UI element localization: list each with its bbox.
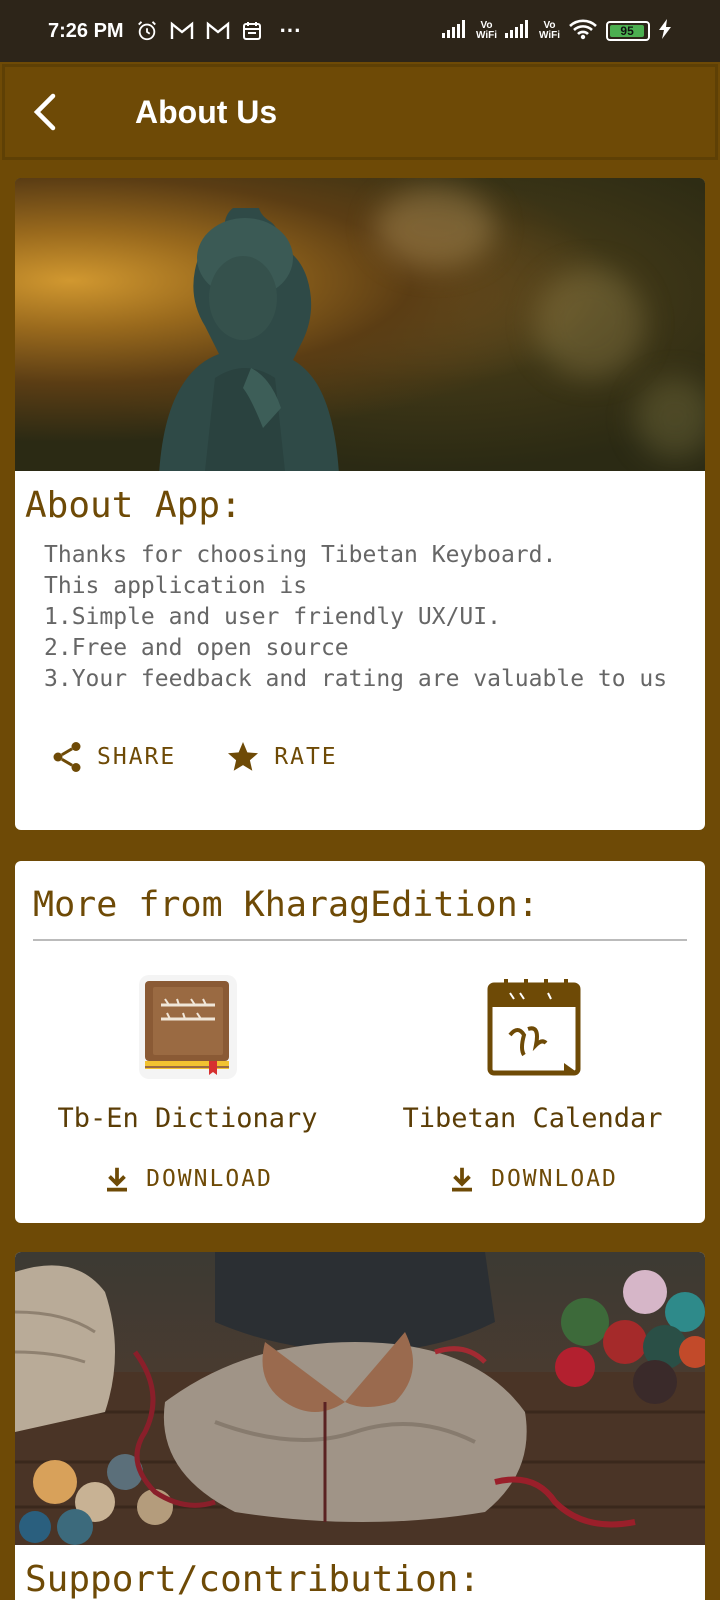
app-name: Tb-En Dictionary (57, 1103, 318, 1134)
divider (33, 939, 687, 941)
vowifi-label: Vo WiFi (475, 20, 497, 41)
charging-icon (658, 18, 672, 44)
support-card: Support/contribution: (15, 1252, 705, 1600)
download-label: DOWNLOAD (491, 1166, 618, 1192)
page-title: About Us (135, 93, 278, 130)
vowifi-label: Vo WiFi (538, 20, 560, 41)
support-heading: Support/contribution: (25, 1559, 481, 1600)
share-label: SHARE (97, 744, 177, 770)
share-button[interactable]: SHARE (49, 739, 176, 775)
signal-icon (441, 19, 468, 43)
battery-indicator: 95 (606, 21, 650, 41)
buddha-statue-image (15, 178, 705, 471)
wifi-icon (568, 18, 598, 45)
dictionary-book-icon (138, 975, 237, 1079)
calendar-notification-icon (242, 21, 262, 41)
back-arrow-icon (33, 93, 56, 131)
signal-icon (504, 19, 531, 43)
app-tile-dictionary[interactable]: Tb-En Dictionary DOWNLOAD (15, 971, 360, 1194)
more-apps-heading: More from KharagEdition: (33, 885, 539, 925)
weaving-yarn-image (15, 1252, 705, 1545)
app-toolbar: About Us (2, 64, 718, 160)
share-icon (53, 742, 81, 772)
battery-level: 95 (620, 24, 634, 38)
calendar-icon (487, 979, 580, 1076)
download-button[interactable]: DOWNLOAD (102, 1164, 273, 1194)
about-app-heading: About App: (25, 485, 242, 526)
status-bar: 7:26 PM ··· Vo WiFi Vo WiFi 95 (0, 0, 720, 62)
more-notifications-icon: ··· (279, 18, 302, 43)
back-button[interactable] (5, 66, 85, 158)
status-time: 7:26 PM (48, 19, 124, 42)
download-icon (107, 1167, 128, 1192)
rate-label: RATE (274, 744, 338, 770)
about-app-card: About App: Thanks for choosing Tibetan K… (15, 178, 705, 830)
download-icon (452, 1167, 473, 1192)
gmail-icon (206, 21, 230, 41)
download-label: DOWNLOAD (146, 1166, 273, 1192)
app-tile-calendar[interactable]: Tibetan Calendar DOWNLOAD (360, 971, 705, 1194)
gmail-icon (170, 21, 194, 41)
app-name: Tibetan Calendar (402, 1103, 663, 1134)
about-app-description: Thanks for choosing Tibetan Keyboard. Th… (44, 542, 668, 692)
rate-button[interactable]: RATE (224, 739, 337, 775)
alarm-icon (136, 20, 158, 42)
download-button[interactable]: DOWNLOAD (447, 1164, 618, 1194)
more-apps-card: More from KharagEdition: Tb-En Dictionar… (15, 861, 705, 1223)
star-icon (228, 742, 259, 771)
